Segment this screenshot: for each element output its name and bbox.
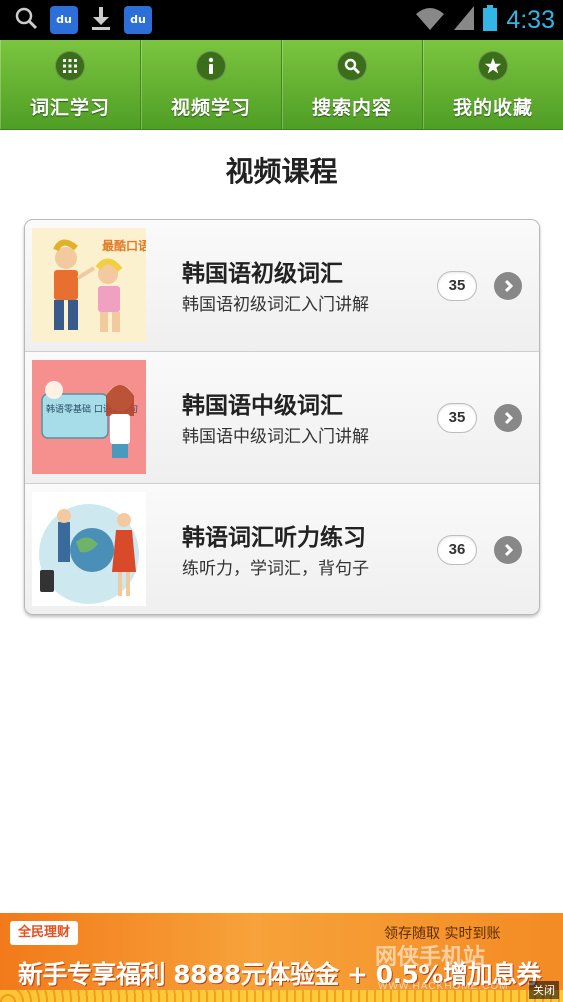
count-badge: 35 [437,271,477,301]
info-icon [196,51,226,81]
list-item[interactable]: 最酷口语 韩国语初级词汇 韩国语初级词汇入门讲解 35 [25,220,539,352]
page-title: 视频课程 [225,155,338,188]
search-icon [14,6,38,34]
tab-search[interactable]: 搜索内容 [282,40,423,129]
course-title: 韩国语中级词汇 [182,393,343,419]
ad-close-button[interactable]: 关闭 [529,981,559,999]
count-badge: 35 [437,403,477,433]
ad-banner[interactable]: 全民理财 领存随取 实时到账 新手专享福利 8888元体验金 + 0.5%增加息… [0,913,563,1002]
chevron-right-icon [494,404,522,432]
coins-decoration [0,990,563,1002]
ad-brand-logo: 全民理财 [10,921,79,945]
tab-video[interactable]: 视频学习 [141,40,282,129]
tab-label: 搜索内容 [311,97,392,119]
course-description: 韩国语中级词汇入门讲解 [182,427,369,447]
chevron-right-icon [494,272,522,300]
baidu-icon: du [50,6,78,34]
course-thumbnail [32,492,146,606]
battery-icon [482,5,498,35]
download-icon [90,5,112,35]
nav-tab-bar: 词汇学习 视频学习 搜索内容 我的收藏 [0,40,563,130]
thumbnail-caption: 最酷口语 [102,238,146,253]
course-description: 练听力，学词汇，背句子 [182,559,369,579]
course-thumbnail: 韩语零基础 口语100句 [32,360,146,474]
grid-icon [55,51,85,81]
tab-vocabulary[interactable]: 词汇学习 [0,40,141,129]
search-icon [337,51,367,81]
tab-label: 我的收藏 [452,97,533,119]
status-bar-system: 4:33 [414,4,555,36]
status-bar-notifications: du du [14,5,152,35]
watermark: 网侠手机站 [375,945,486,970]
baidu-icon: du [124,6,152,34]
tab-label: 视频学习 [170,97,251,119]
list-item[interactable]: 韩语零基础 口语100句 韩国语中级词汇 韩国语中级词汇入门讲解 35 [25,352,539,484]
course-list: 最酷口语 韩国语初级词汇 韩国语初级词汇入门讲解 35 韩语零基础 口语100句… [24,219,540,615]
list-item[interactable]: 韩语词汇听力练习 练听力，学词汇，背句子 36 [25,484,539,614]
course-thumbnail: 最酷口语 [32,228,150,342]
tab-favorites[interactable]: 我的收藏 [423,40,563,129]
course-title: 韩国语初级词汇 [182,261,343,287]
signal-icon [454,6,475,34]
status-bar: du du 4:33 [0,0,563,40]
clock: 4:33 [506,6,555,34]
count-badge: 36 [437,535,477,565]
chevron-right-icon [494,536,522,564]
course-description: 韩国语初级词汇入门讲解 [182,295,369,315]
wifi-icon [414,6,446,34]
tab-label: 词汇学习 [29,97,110,119]
course-title: 韩语词汇听力练习 [182,525,366,551]
star-icon [478,51,508,81]
